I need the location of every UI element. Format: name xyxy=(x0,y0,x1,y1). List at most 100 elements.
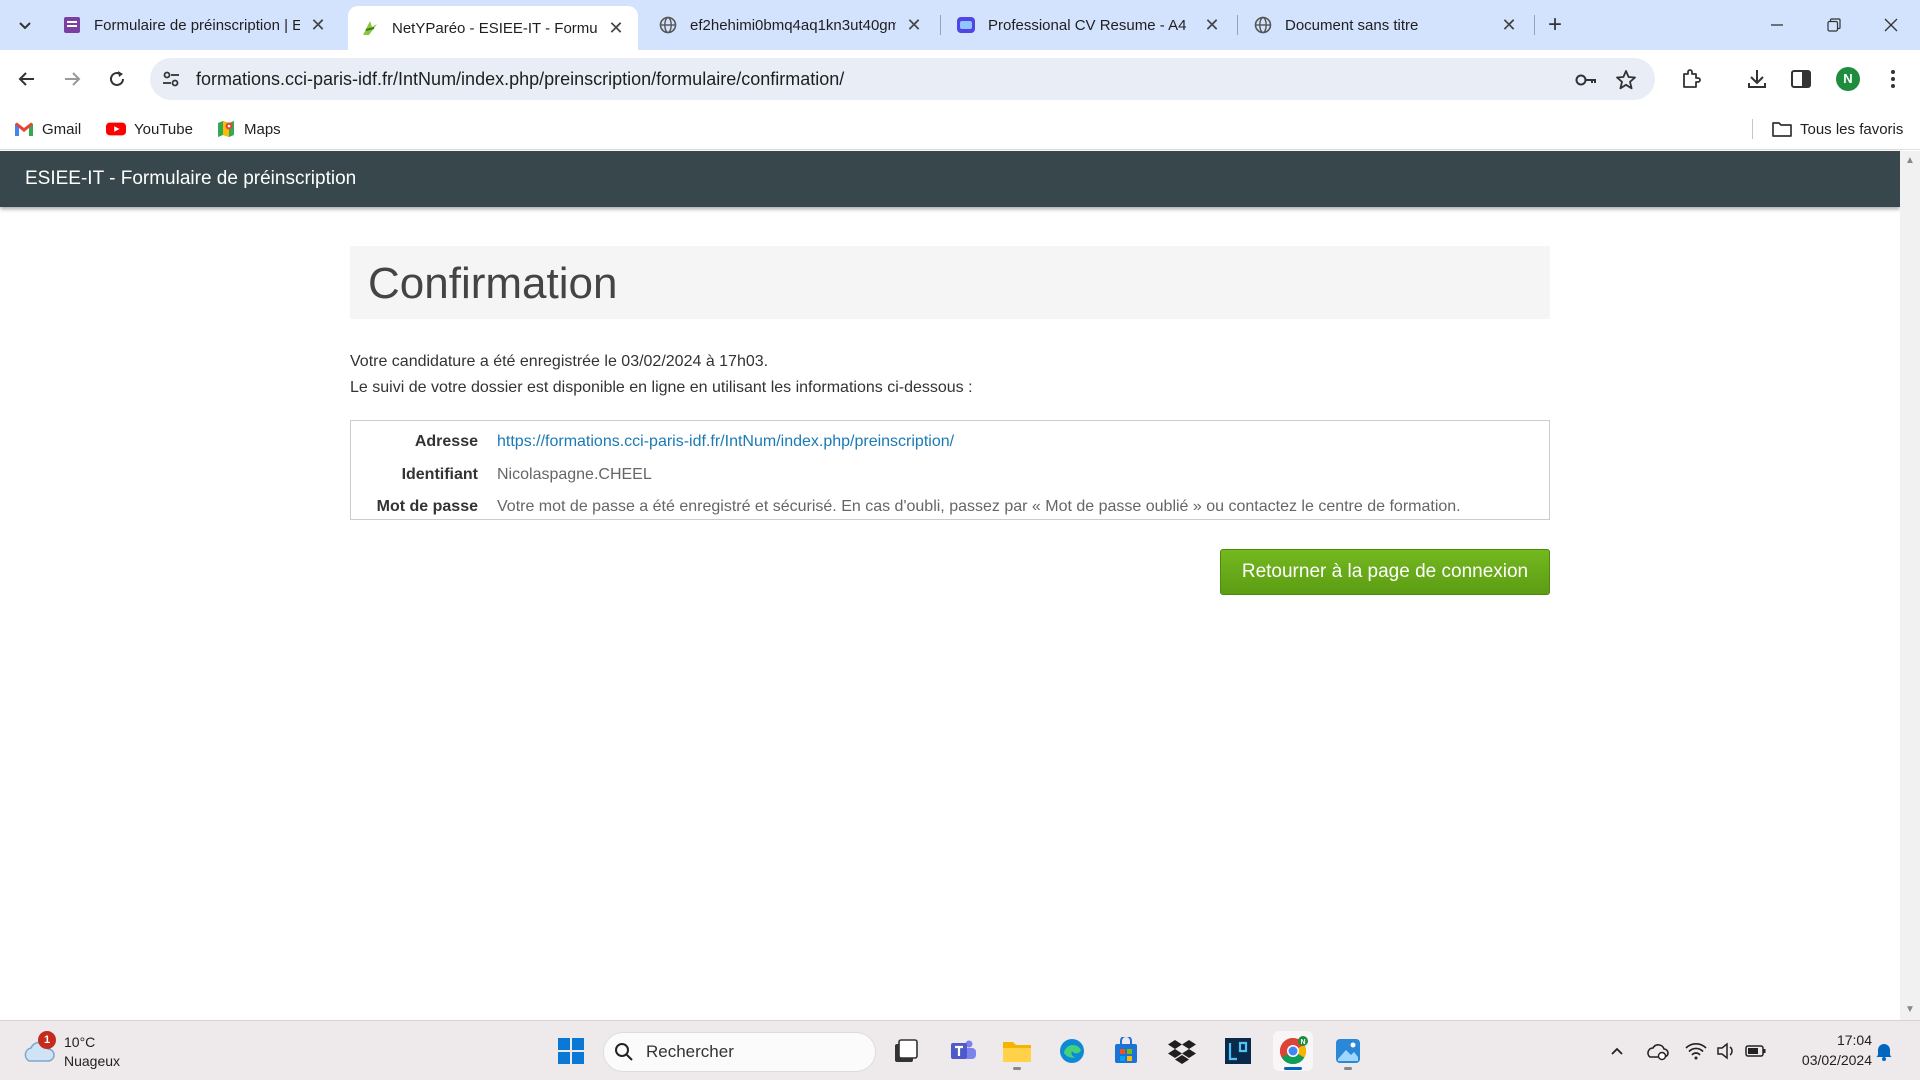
store-icon xyxy=(1115,1037,1137,1063)
plus-icon: + xyxy=(1547,11,1562,38)
notification-bell-icon[interactable] xyxy=(1872,1039,1896,1063)
all-bookmarks-button[interactable]: Tous les favoris xyxy=(1772,117,1903,141)
new-tab-button[interactable]: + xyxy=(1540,10,1570,40)
ide-app[interactable] xyxy=(1218,1031,1258,1071)
arrow-left-icon xyxy=(18,72,34,86)
tab-ef2hehimi[interactable]: ef2hehimi0bmq4aq1kn3ut40gm ✕ xyxy=(646,6,936,44)
weather-widget[interactable]: 1 10°C Nuageux xyxy=(20,1029,140,1073)
bookmark-separator xyxy=(1752,119,1753,139)
bookmark-label: Maps xyxy=(244,120,281,138)
chrome-app[interactable]: N xyxy=(1273,1031,1313,1071)
show-hidden-icons-chevron-up-icon[interactable] xyxy=(1605,1039,1629,1063)
teams-icon xyxy=(951,1040,976,1059)
app-header: ESIEE-IT - Formulaire de préinscription xyxy=(0,151,1900,207)
download-icon[interactable] xyxy=(1744,66,1770,92)
bookmarks-bar: Gmail YouTube Maps Tous les favoris xyxy=(0,108,1920,150)
password-value: Votre mot de passe a été enregistré et s… xyxy=(497,498,1461,516)
tab-title: NetYParéo - ESIEE-IT - Formulaire de pré… xyxy=(392,19,598,37)
page-scrollbar[interactable]: ▲ ▼ xyxy=(1900,151,1920,1020)
battery-icon[interactable] xyxy=(1744,1039,1768,1063)
close-icon xyxy=(1884,18,1898,32)
tab-document[interactable]: Document sans titre ✕ xyxy=(1241,6,1531,44)
bookmark-label: Gmail xyxy=(42,120,82,138)
scroll-up-arrow-icon[interactable]: ▲ xyxy=(1900,153,1920,169)
message-line-2: Le suivi de votre dossier est disponible… xyxy=(350,379,973,396)
tab-search-button[interactable] xyxy=(10,10,40,40)
profile-avatar[interactable]: N xyxy=(1836,67,1860,91)
message-line-1: Votre candidature a été enregistrée le 0… xyxy=(350,353,769,370)
forward-button[interactable] xyxy=(55,62,89,96)
wifi-icon[interactable] xyxy=(1684,1039,1708,1063)
windows-start-icon xyxy=(558,1038,584,1064)
more-menu-icon[interactable] xyxy=(1880,66,1906,92)
bookmark-gmail[interactable]: Gmail xyxy=(14,117,81,141)
tab-formulaire[interactable]: Formulaire de préinscription | ESIEE-IT … xyxy=(50,6,340,44)
address-label: Adresse xyxy=(414,433,478,451)
gmail-icon xyxy=(14,119,34,139)
search-placeholder: Rechercher xyxy=(646,1042,734,1061)
tab-separator xyxy=(1237,15,1238,35)
address-bar[interactable]: formations.cci-paris-idf.fr/IntNum/index… xyxy=(150,58,1655,100)
task-view-button[interactable] xyxy=(886,1031,926,1071)
extensions-icon[interactable] xyxy=(1678,66,1704,92)
close-icon[interactable]: ✕ xyxy=(1499,15,1519,35)
close-icon[interactable]: ✕ xyxy=(904,15,924,35)
browser-tab-strip: Formulaire de préinscription | ESIEE-IT … xyxy=(0,0,1920,50)
restore-button[interactable] xyxy=(1805,0,1863,50)
close-window-button[interactable] xyxy=(1862,0,1920,50)
task-view-icon xyxy=(895,1039,918,1062)
reload-button[interactable] xyxy=(100,62,134,96)
browser-toolbar: formations.cci-paris-idf.fr/IntNum/index… xyxy=(0,50,1920,108)
site-info-icon[interactable] xyxy=(160,68,182,90)
onedrive-sync-icon[interactable] xyxy=(1645,1039,1669,1063)
info-row-password: Mot de passe Votre mot de passe a été en… xyxy=(351,491,1549,524)
scroll-down-arrow-icon[interactable]: ▼ xyxy=(1900,1002,1920,1018)
close-icon[interactable]: ✕ xyxy=(1202,15,1222,35)
star-icon[interactable] xyxy=(1614,68,1638,92)
close-icon[interactable]: ✕ xyxy=(308,15,328,35)
identifier-label: Identifiant xyxy=(401,465,478,483)
weather-notification-badge: 1 xyxy=(38,1031,56,1049)
tab-title: Document sans titre xyxy=(1285,16,1419,34)
dropbox-app[interactable] xyxy=(1162,1031,1202,1071)
minimize-button[interactable] xyxy=(1748,0,1806,50)
info-row-address: Adresse https://formations.cci-paris-idf… xyxy=(351,426,1549,459)
close-icon[interactable]: ✕ xyxy=(606,18,626,38)
folder-icon xyxy=(1003,1042,1031,1062)
all-bookmarks-label: Tous les favoris xyxy=(1800,120,1904,138)
start-button[interactable] xyxy=(551,1031,591,1071)
system-clock[interactable]: 17:04 03/02/2024 xyxy=(1780,1030,1872,1070)
bookmark-maps[interactable]: Maps xyxy=(216,117,281,141)
taskbar-search[interactable]: Rechercher xyxy=(603,1032,876,1072)
chrome-icon: N xyxy=(1279,1036,1308,1065)
tab-separator xyxy=(940,15,941,35)
globe-icon xyxy=(1253,15,1273,35)
edge-app[interactable] xyxy=(1052,1031,1092,1071)
bookmark-youtube[interactable]: YouTube xyxy=(106,117,193,141)
store-app[interactable] xyxy=(1106,1031,1146,1071)
key-icon[interactable] xyxy=(1574,68,1598,92)
tab-netypareo[interactable]: NetYParéo - ESIEE-IT - Formulaire de pré… xyxy=(348,6,638,50)
arrow-right-icon xyxy=(65,72,81,86)
password-label: Mot de passe xyxy=(376,498,478,516)
search-icon xyxy=(604,1042,644,1062)
file-explorer-app[interactable] xyxy=(997,1031,1037,1071)
url-text[interactable]: formations.cci-paris-idf.fr/IntNum/index… xyxy=(196,58,844,100)
edge-icon xyxy=(1060,1039,1084,1063)
volume-icon[interactable] xyxy=(1714,1039,1738,1063)
app-header-title: ESIEE-IT - Formulaire de préinscription xyxy=(25,168,357,189)
credentials-box: Adresse https://formations.cci-paris-idf… xyxy=(350,420,1550,520)
reload-icon xyxy=(110,71,124,86)
tab-cv-resume[interactable]: Professional CV Resume - A4 ✕ xyxy=(944,6,1234,44)
running-indicator xyxy=(1344,1067,1352,1070)
restore-icon xyxy=(1827,18,1841,32)
address-link[interactable]: https://formations.cci-paris-idf.fr/IntN… xyxy=(497,433,954,451)
photos-app[interactable] xyxy=(1328,1031,1368,1071)
dropbox-icon xyxy=(1168,1040,1196,1064)
tab-title: ef2hehimi0bmq4aq1kn3ut40gm xyxy=(690,16,896,34)
return-to-login-button[interactable]: Retourner à la page de connexion xyxy=(1220,549,1550,595)
teams-app[interactable] xyxy=(943,1031,983,1071)
back-button[interactable] xyxy=(10,62,44,96)
youtube-icon xyxy=(106,119,126,139)
side-panel-icon[interactable] xyxy=(1788,66,1814,92)
